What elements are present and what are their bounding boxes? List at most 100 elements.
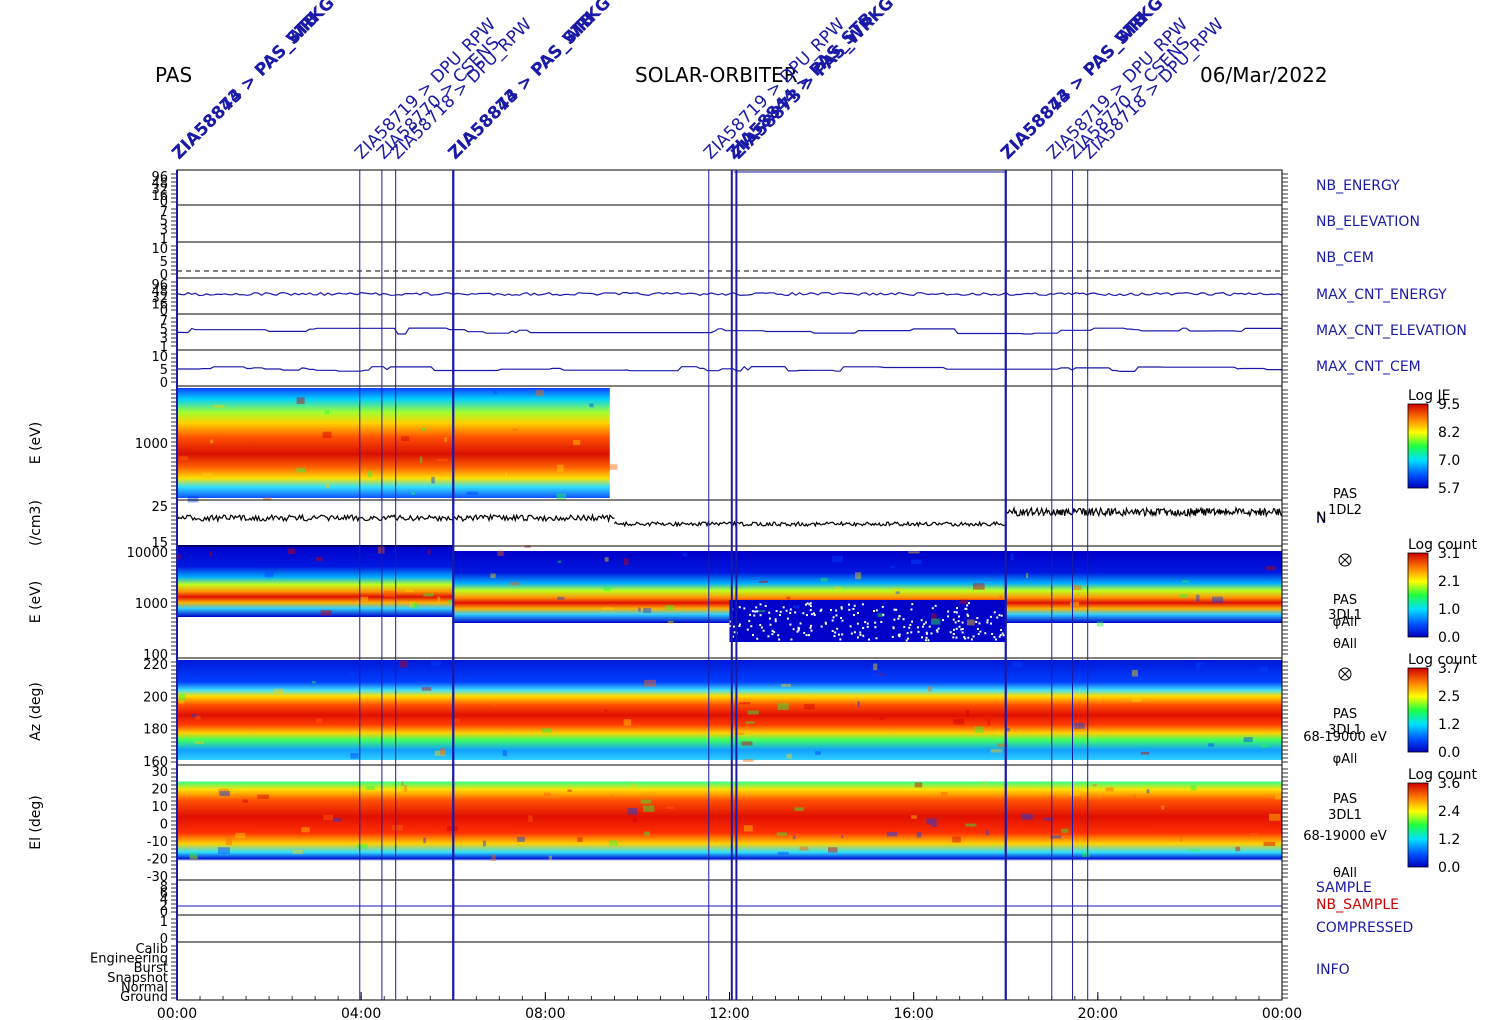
elevation-ytick: -20 [147,853,168,868]
spectrogram-texel [820,577,828,582]
command-label: ZIA58718 > DPU_RPW [1079,14,1228,163]
noise-speckle [996,616,999,619]
noise-speckle [882,613,885,616]
spectrogram-texel [427,549,431,555]
spectrogram-texel [384,590,396,598]
noise-speckle [767,635,770,638]
noise-speckle [991,632,994,635]
noise-speckle [756,637,759,640]
spectrogram-texel [1140,751,1150,755]
noise-speckle [864,621,867,624]
noise-speckle [759,603,762,606]
spectrogram-texel [366,785,375,791]
spectrogram-texel [1096,621,1103,627]
noise-speckle [898,615,901,618]
noise-speckle [749,613,752,616]
spectrogram-texel [178,694,186,701]
spectrogram-texel [1249,832,1259,837]
compressed-frame [176,914,1283,943]
noise-speckle [813,613,816,616]
spectrogram-texel [631,783,636,787]
noise-speckle [762,629,765,632]
command-label: ZIA58873 > PAS_WRKG [168,0,338,164]
noise-speckle [958,625,961,628]
spectrogram-texel [809,694,817,700]
noise-speckle [760,626,763,629]
spectrogram-texel [1146,789,1150,794]
spectrogram-texel [987,719,991,725]
noise-speckle [875,609,878,612]
spectrogram-texel [1198,662,1206,665]
spectrogram-texel [983,781,987,786]
noise-speckle [984,632,987,635]
spectrogram-texel [375,477,379,480]
azimuth-side-label: φAll [1333,752,1358,767]
spectrogram-texel [959,599,969,604]
noise-speckle [921,636,924,639]
noise-speckle [923,623,926,626]
noise-speckle [753,614,756,617]
spectrogram-texel [423,837,426,844]
spectrogram-texel [242,799,248,803]
noise-speckle [861,603,864,606]
spectrogram-texel [419,456,423,464]
noise-speckle [986,621,989,624]
nb-elevation-frame [176,204,1283,243]
noise-speckle [975,620,978,623]
spectrogram-texel [1061,828,1069,833]
pas-summary-plot: 964832160NB_ENERGY7531NB_ELEVATION1050NB… [28,0,1477,1020]
spectrogram-texel [895,591,900,594]
spectrogram-texel [209,439,214,444]
spectrogram-texel [916,832,922,838]
noise-speckle [964,607,967,610]
spectrogram-texel [589,403,594,408]
spectrogram-texel [908,551,920,554]
noise-speckle [774,620,777,623]
density-side-label: PAS [1333,487,1357,502]
noise-speckle [976,617,979,620]
density-ylabel: (/cm3) [28,500,44,546]
spectrogram-texel [872,672,881,679]
spectrogram-texel [1212,596,1224,603]
spectrogram-texel [454,718,460,723]
spectrogram-texel [1265,566,1277,571]
energy-je-colorbar-tick: 5.7 [1438,481,1460,497]
spectrogram-texel [332,818,342,822]
noise-speckle [825,622,828,625]
noise-speckle [794,611,797,614]
noise-speckle [799,622,802,625]
density-frame [176,499,1283,547]
noise-speckle [937,627,940,630]
spectrogram-texel [786,596,791,600]
spectrogram-texel [966,619,975,626]
noise-speckle [839,638,842,641]
spectrogram-texel [401,781,404,786]
spectrogram-texel [401,436,410,442]
noise-speckle [862,634,865,637]
noise-speckle [874,626,877,629]
noise-speckle [970,638,973,641]
noise-speckle [835,609,838,612]
energy-3dl1-side-label: θAll [1333,637,1357,652]
noise-speckle [750,625,753,628]
spectrogram-texel [421,687,432,691]
spectrogram-texel [999,595,1003,599]
spectrogram-texel [741,741,753,746]
noise-speckle [903,625,906,628]
spectrogram-texel [217,847,230,855]
noise-speckle [917,630,920,633]
noise-speckle [774,618,777,621]
spectrogram-texel [927,686,932,692]
spectrogram-texel [296,467,306,473]
noise-speckle [743,607,746,610]
noise-speckle [777,634,780,637]
spectrogram-texel [886,831,898,837]
noise-speckle [759,623,762,626]
spectrogram-texel [640,799,652,804]
noise-speckle [924,639,927,642]
noise-speckle [764,604,767,607]
noise-speckle [976,627,979,630]
spectrogram-texel [854,572,862,580]
noise-speckle [810,613,813,616]
noise-speckle [993,636,996,639]
